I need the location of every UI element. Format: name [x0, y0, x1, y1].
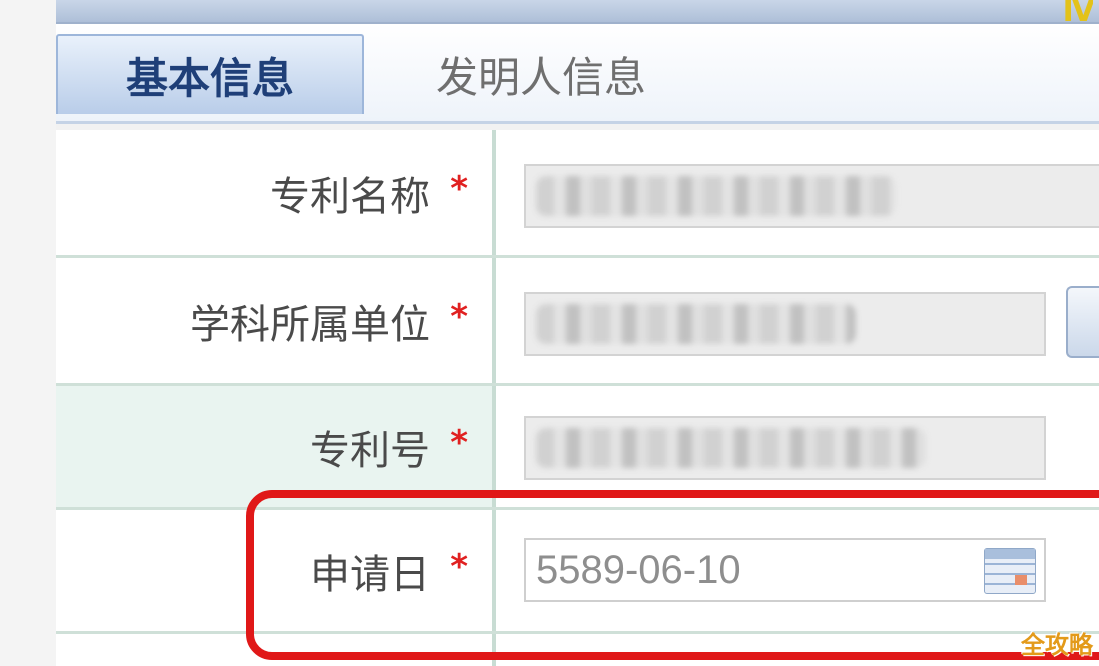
- form-row-department: 学科所属单位 *: [56, 258, 1099, 386]
- calendar-icon[interactable]: [984, 548, 1036, 594]
- label-cell: 学科所属单位 *: [56, 258, 496, 383]
- redacted-text: [536, 176, 896, 216]
- application-date-input[interactable]: 5589-06-10: [524, 538, 1046, 602]
- patent-name-input[interactable]: [524, 164, 1099, 228]
- required-star: *: [450, 546, 468, 587]
- top-banner: IV: [56, 0, 1099, 24]
- label-cell: [56, 634, 496, 666]
- label-cell: 专利号 *: [56, 386, 496, 507]
- label-cell: 专利名称 *: [56, 130, 496, 255]
- logo: IV: [1062, 0, 1093, 24]
- field-label-application-date: 申请日: [310, 551, 430, 598]
- field-label-patent-number: 专利号: [310, 427, 430, 474]
- tab-basic-info[interactable]: 基本信息: [56, 34, 364, 114]
- redacted-text: [536, 428, 926, 468]
- form-row-patent-number: 专利号 *: [56, 386, 1099, 510]
- required-star: *: [450, 296, 468, 337]
- watermark: 全攻略: [1021, 631, 1093, 659]
- label-cell: 申请日 *: [56, 510, 496, 631]
- tab-inventor-info[interactable]: 发明人信息: [391, 34, 691, 114]
- application-date-value: 5589-06-10: [536, 548, 741, 592]
- redacted-text: [536, 304, 856, 344]
- required-star: *: [450, 422, 468, 463]
- field-label-patent-name: 专利名称: [270, 173, 430, 220]
- left-gutter: [0, 0, 56, 666]
- tab-bar: 基本信息 发明人信息: [56, 24, 1099, 124]
- required-star: *: [450, 168, 468, 209]
- form-row-next: [56, 634, 1099, 666]
- form-row-application-date: 申请日 * 5589-06-10: [56, 510, 1099, 634]
- department-input[interactable]: [524, 292, 1046, 356]
- department-picker-button[interactable]: [1066, 286, 1099, 358]
- patent-number-input[interactable]: [524, 416, 1046, 480]
- field-label-department: 学科所属单位: [190, 301, 430, 348]
- basic-info-form: 专利名称 * 学科所属单位 * 专利号 * 申请日 * 5589-06-10: [56, 130, 1099, 666]
- form-row-patent-name: 专利名称 *: [56, 130, 1099, 258]
